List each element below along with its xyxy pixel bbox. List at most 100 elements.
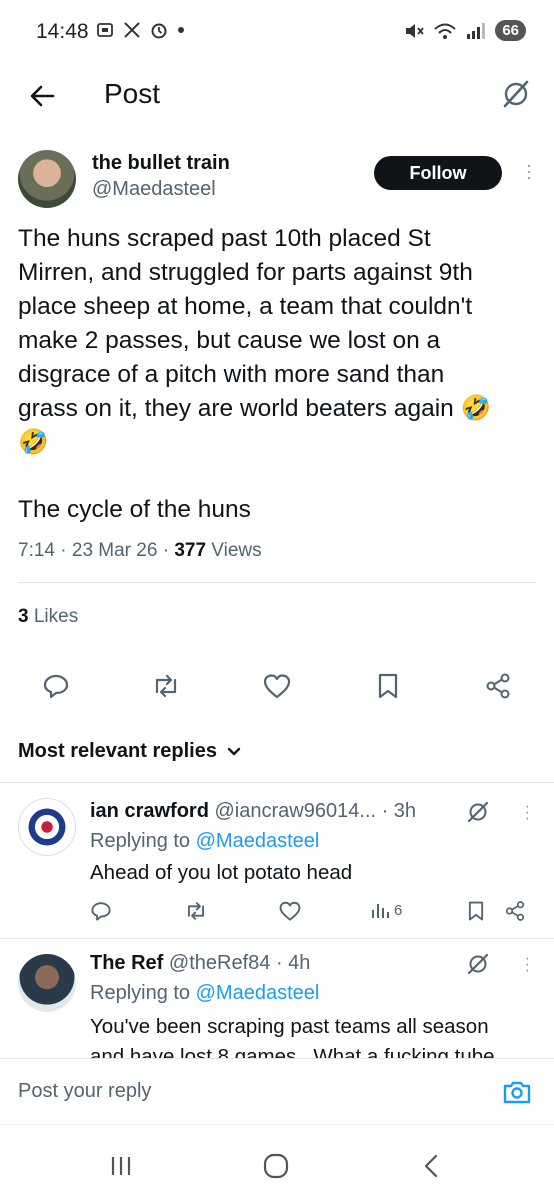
reply-text: Ahead of you lot potato head <box>90 861 353 884</box>
reply-text-line: and have lost 8 games . What a fucking t… <box>90 1045 495 1058</box>
views-count: 377 <box>174 540 207 561</box>
system-navigation-bar <box>0 1124 554 1200</box>
reply-time: · 4h <box>275 952 311 974</box>
more-options-icon[interactable]: · · · <box>526 156 532 186</box>
status-bar: 14:48 66 <box>0 0 554 64</box>
page-title: Post <box>104 78 161 109</box>
heart-icon <box>279 901 301 921</box>
like-button[interactable] <box>278 900 302 922</box>
post-text-line: The huns scraped past 10th placed St <box>18 225 431 252</box>
views-label: Views <box>211 540 262 561</box>
divider <box>0 782 554 783</box>
status-time: 14:48 <box>36 20 89 43</box>
mention-link[interactable]: @Maedasteel <box>196 830 320 852</box>
chevron-down-icon <box>227 747 241 755</box>
post-text-last: The cycle of the huns <box>18 496 251 523</box>
sort-label: Most relevant replies <box>18 740 217 762</box>
signal-icon <box>467 22 486 39</box>
views-button[interactable]: 6 <box>370 900 402 920</box>
avatar[interactable] <box>18 798 76 856</box>
repost-icon <box>155 674 177 698</box>
mention-link[interactable]: @Maedasteel <box>196 982 320 1004</box>
grok-button[interactable] <box>496 74 536 114</box>
avatar[interactable] <box>18 954 76 1012</box>
recent-apps-button[interactable] <box>106 1151 136 1181</box>
like-button[interactable] <box>259 668 295 704</box>
arrow-left-icon <box>30 85 55 107</box>
divider <box>0 938 554 939</box>
reply-button[interactable] <box>90 900 112 922</box>
recent-apps-icon <box>111 1157 131 1175</box>
back-button[interactable] <box>22 76 62 116</box>
reply-author-handle[interactable]: @iancraw96014... <box>214 800 376 822</box>
share-button[interactable] <box>480 668 516 704</box>
reply-text: You've been scraping past teams all seas… <box>90 1012 530 1058</box>
post-time: 7:14 <box>18 540 55 561</box>
post-actions <box>0 664 554 704</box>
separator-dot: · <box>162 540 175 561</box>
status-left-icons <box>95 20 185 40</box>
repost-button[interactable] <box>184 900 208 922</box>
grok-icon <box>503 80 529 108</box>
share-button[interactable] <box>504 900 526 922</box>
more-options-icon[interactable]: · · · <box>525 799 530 827</box>
grok-icon[interactable] <box>466 952 490 976</box>
back-nav-button[interactable] <box>416 1151 446 1181</box>
replying-prefix: Replying to <box>90 830 191 852</box>
bookmark-icon <box>468 901 484 921</box>
replying-to: Replying to @Maedasteel <box>90 982 319 1005</box>
post-text-line: place sheep at home, a team that couldn'… <box>18 293 473 320</box>
more-options-icon[interactable]: · · · <box>525 951 530 979</box>
bookmark-icon <box>378 673 398 699</box>
battery-indicator: 66 <box>495 20 526 41</box>
author-handle[interactable]: @Maedasteel <box>92 178 216 201</box>
share-icon <box>505 901 525 921</box>
post-text: The huns scraped past 10th placed St Mir… <box>18 222 538 460</box>
reply-input[interactable] <box>18 1073 448 1109</box>
likes-count: 3 <box>18 606 29 627</box>
likes-label: Likes <box>33 606 79 627</box>
top-app-bar: Post <box>0 64 554 128</box>
avatar[interactable] <box>18 150 76 208</box>
wifi-icon <box>434 23 456 39</box>
replying-prefix: Replying to <box>90 982 191 1004</box>
repost-icon <box>187 902 205 920</box>
reply-header: ian crawford @iancraw96014... · 3h <box>90 800 416 823</box>
post-meta: 7:14 · 23 Mar 26 · 377 Views <box>18 540 262 562</box>
home-icon <box>263 1153 289 1179</box>
post-text-line: disgrace of a pitch with more sand than <box>18 361 445 388</box>
dot-icon <box>178 27 184 33</box>
screenshot-icon <box>97 23 113 37</box>
camera-icon[interactable] <box>502 1077 532 1107</box>
reply-composer <box>0 1058 554 1124</box>
reply-author-handle[interactable]: @theRef84 <box>169 952 270 974</box>
home-button[interactable] <box>261 1151 291 1181</box>
post-text-line: make 2 passes, but cause we lost on a <box>18 327 441 354</box>
status-right-icons: 66 <box>403 20 526 41</box>
post-date: 23 Mar 26 <box>71 540 158 561</box>
x-logo-icon <box>124 22 140 38</box>
views-count: 6 <box>394 901 403 919</box>
reply-text-line: You've been scraping past teams all seas… <box>90 1015 489 1038</box>
grok-icon[interactable] <box>466 800 490 824</box>
reply-icon <box>43 674 69 699</box>
sort-replies-dropdown[interactable]: Most relevant replies <box>18 740 243 763</box>
post-text-line: grass on it, they are world beaters agai… <box>18 395 492 422</box>
views-icon <box>372 904 389 918</box>
post-text-line: 🤣 <box>18 429 49 456</box>
reply-header: The Ref @theRef84 · 4h <box>90 952 310 975</box>
reply-author-name[interactable]: The Ref <box>90 952 163 974</box>
repost-button[interactable] <box>148 668 184 704</box>
bookmark-button[interactable] <box>466 900 486 922</box>
follow-button[interactable]: Follow <box>374 156 502 190</box>
bookmark-button[interactable] <box>370 668 406 704</box>
likes-summary[interactable]: 3 Likes <box>18 606 78 628</box>
reply-time: · 3h <box>381 800 417 822</box>
reply-item[interactable]: The Ref @theRef84 · 4h · · · Replying to @… <box>0 946 554 1058</box>
chevron-left-icon <box>424 1154 438 1178</box>
author-name[interactable]: the bullet train <box>92 152 230 175</box>
separator-dot: · <box>60 540 72 561</box>
reply-button[interactable] <box>38 668 74 704</box>
alarm-icon <box>151 23 167 39</box>
reply-author-name[interactable]: ian crawford <box>90 800 209 822</box>
